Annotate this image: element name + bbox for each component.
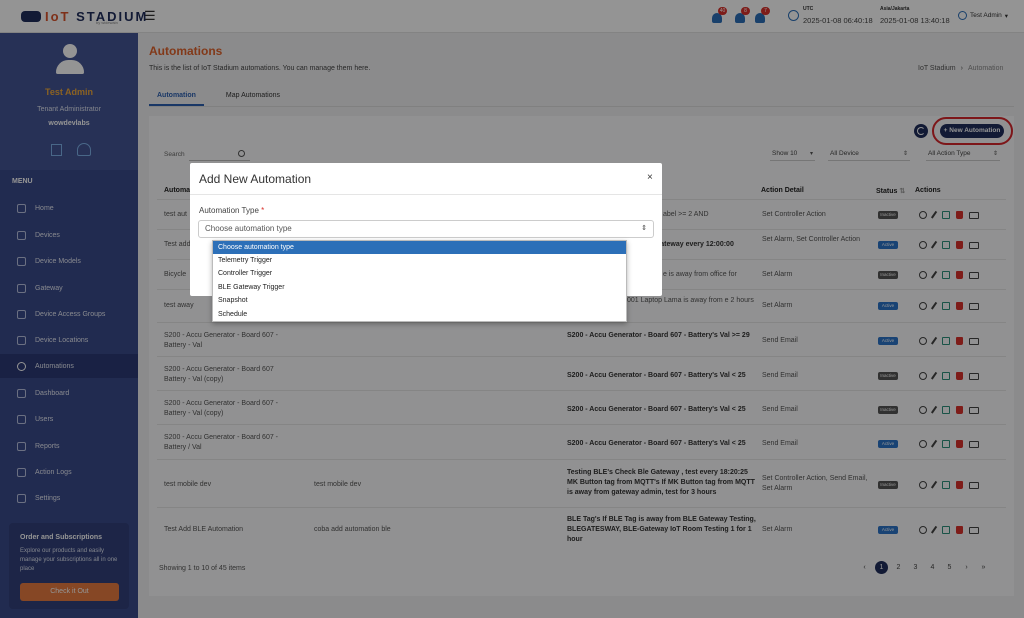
option-ble-gateway-trigger[interactable]: BLE Gateway Trigger (213, 281, 626, 294)
field-label-text: Automation Type (199, 206, 259, 215)
automation-type-dropdown: Choose automation type Telemetry Trigger… (212, 240, 627, 322)
option-telemetry-trigger[interactable]: Telemetry Trigger (213, 254, 626, 267)
required-mark: * (261, 206, 265, 215)
option-placeholder[interactable]: Choose automation type (213, 241, 626, 254)
option-controller-trigger[interactable]: Controller Trigger (213, 267, 626, 280)
automation-type-label: Automation Type * (199, 206, 264, 215)
modal-title: Add New Automation (199, 172, 312, 186)
close-icon[interactable]: × (647, 172, 653, 183)
select-placeholder: Choose automation type (205, 224, 292, 233)
automation-type-select[interactable]: Choose automation type ⇕ (198, 220, 654, 238)
modal-divider (190, 194, 662, 195)
option-snapshot[interactable]: Snapshot (213, 294, 626, 307)
option-schedule[interactable]: Schedule (213, 308, 626, 321)
select-arrows-icon: ⇕ (641, 225, 647, 232)
